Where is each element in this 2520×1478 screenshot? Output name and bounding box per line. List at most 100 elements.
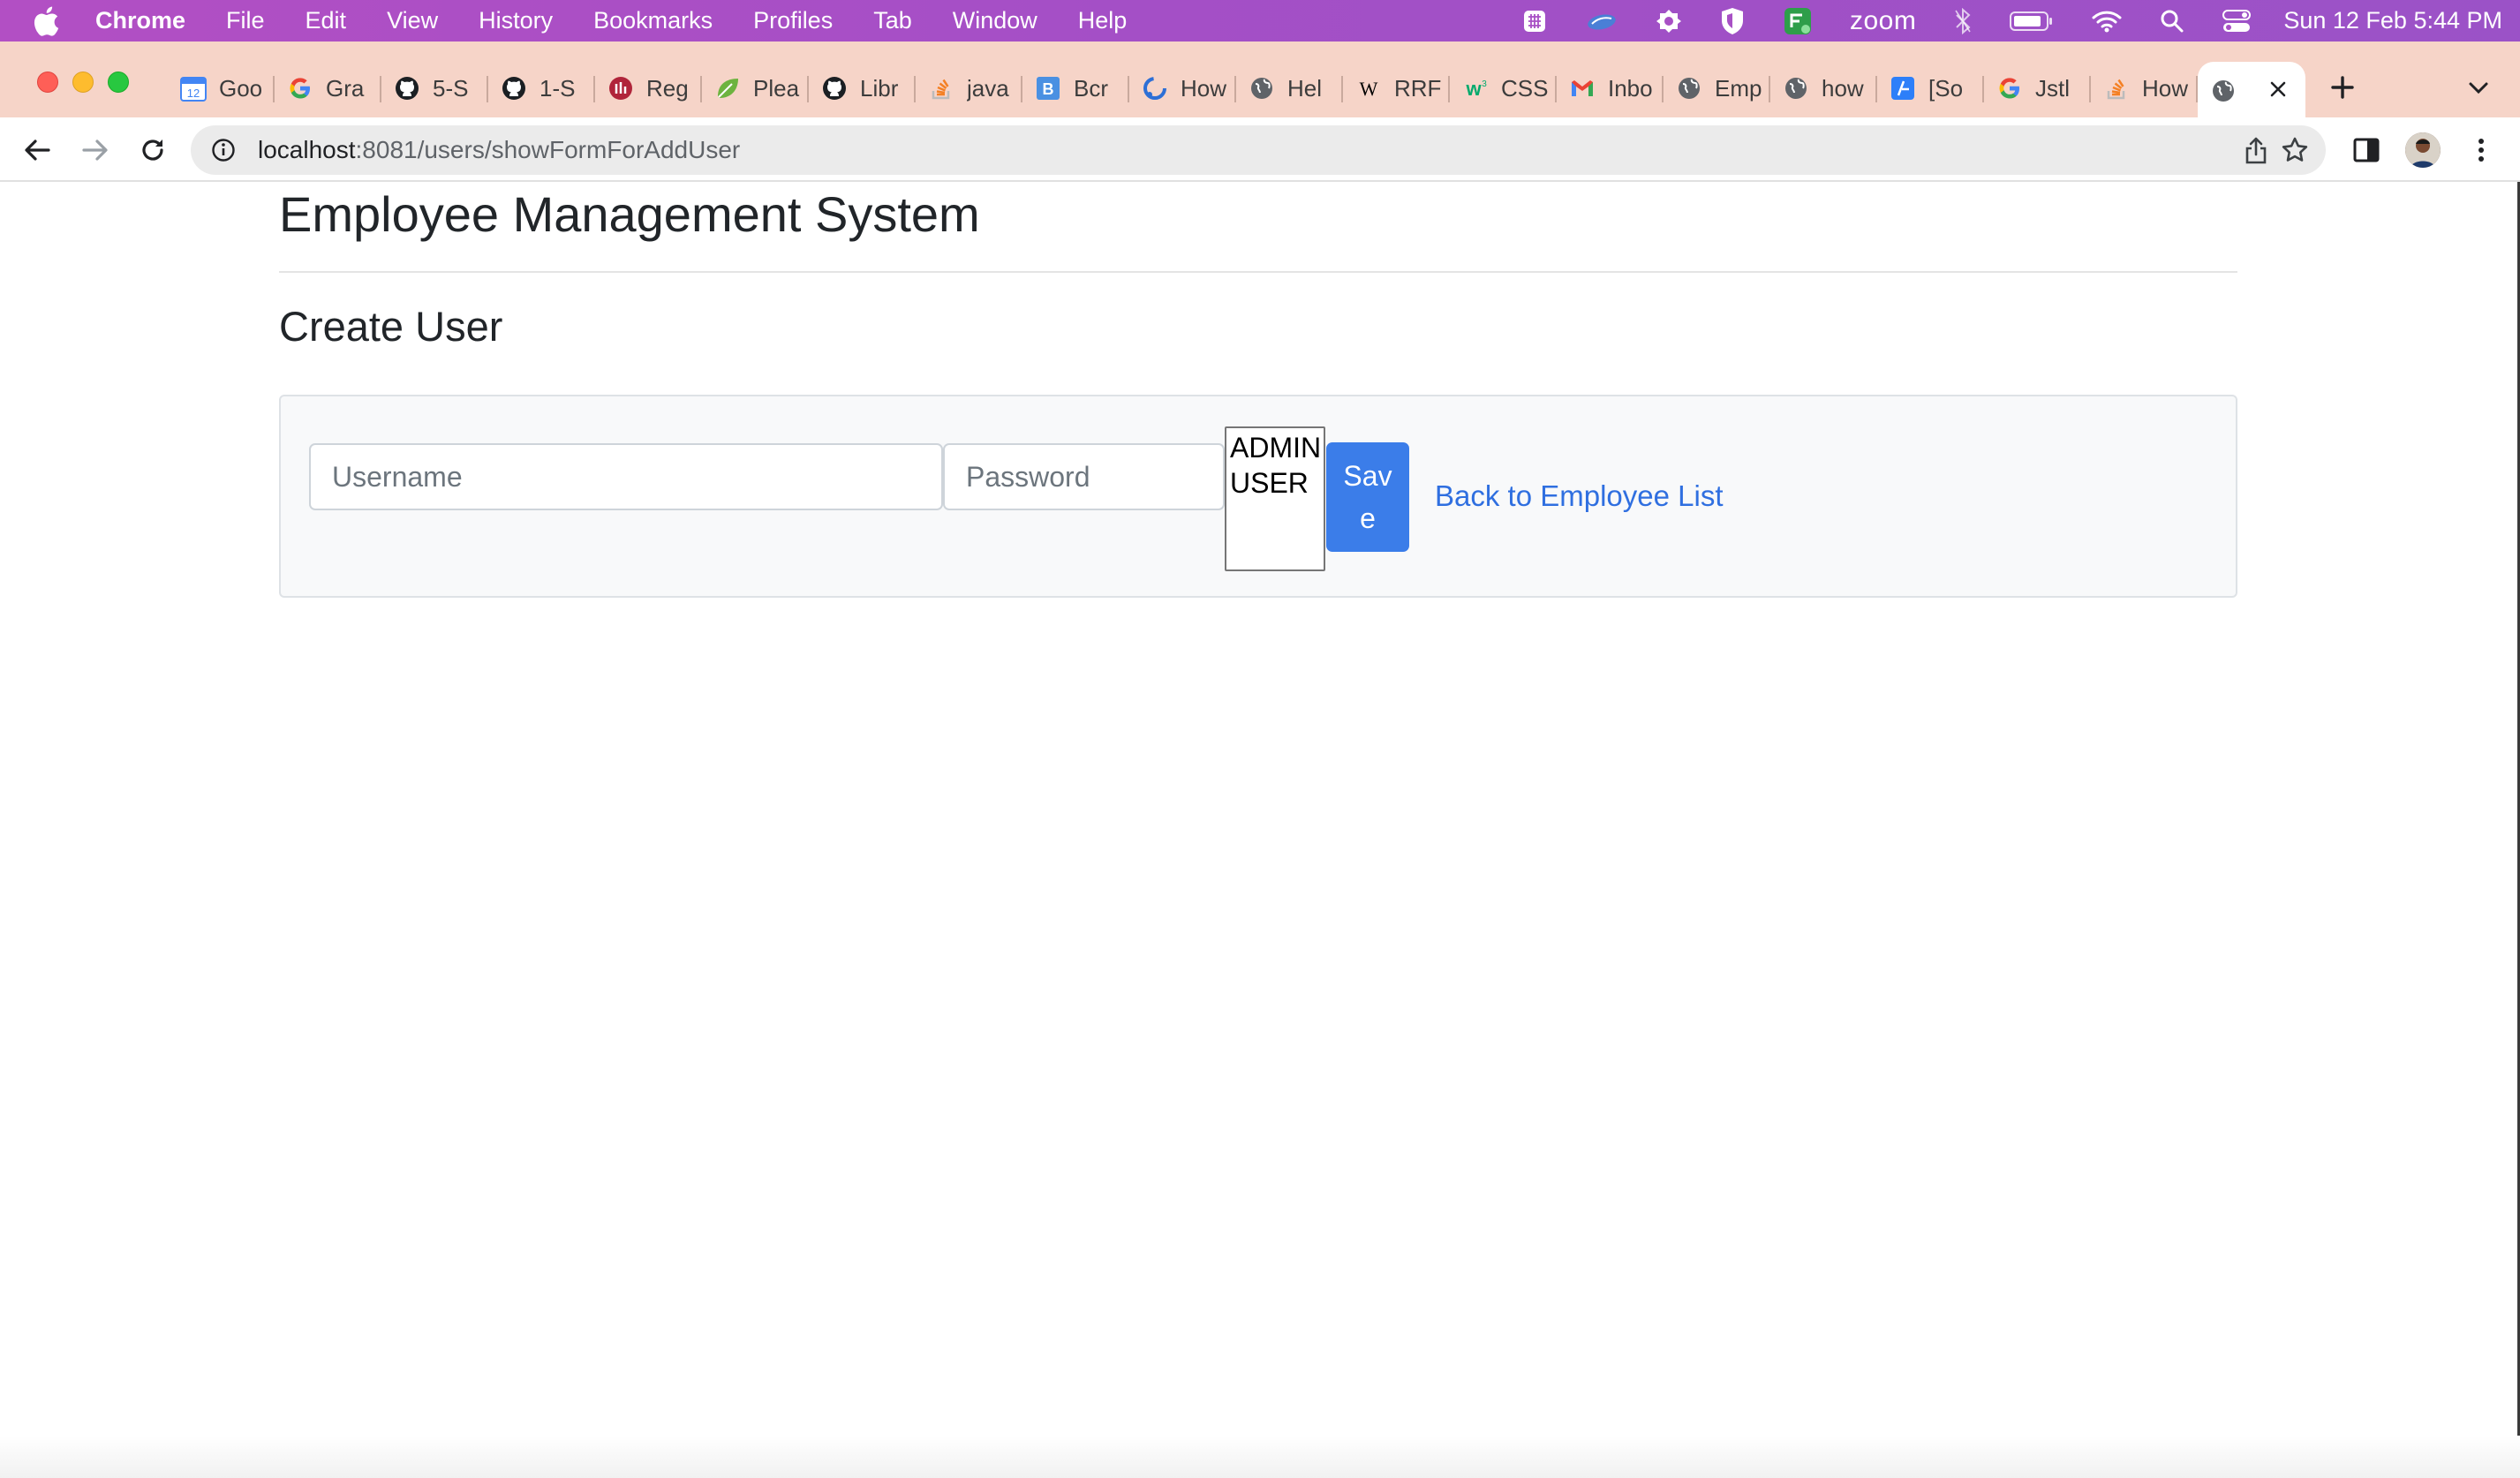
tab[interactable]: How [1129,62,1236,115]
battery-icon[interactable] [2010,0,2054,41]
leaf-icon [713,73,743,103]
back-arrow-icon[interactable] [19,132,55,168]
tab[interactable]: w3 CSS [1450,62,1557,115]
menu-profiles[interactable]: Profiles [753,7,833,34]
bluetooth-icon[interactable] [1953,0,1973,41]
tab[interactable]: W RRF [1343,62,1450,115]
keyboard-grid-icon[interactable] [1521,0,1548,41]
save-button[interactable]: Save [1326,442,1409,552]
new-tab-plus-icon[interactable] [2325,70,2360,105]
url-path: :8081/users/showFormForAddUser [355,136,741,163]
menu-file[interactable]: File [226,7,265,34]
wifi-icon[interactable] [2091,0,2123,41]
svg-text:3: 3 [1482,79,1487,89]
control-center-icon[interactable] [2222,0,2252,41]
tab[interactable]: java [916,62,1022,115]
tab[interactable]: How [2091,62,2198,115]
tab[interactable]: Plea [702,62,809,115]
cloud-app-icon[interactable] [1585,0,1618,41]
site-icon [1140,73,1170,103]
menu-bar-clock[interactable]: Sun 12 Feb 5:44 PM [2283,7,2502,34]
tab-title: java [967,74,1009,102]
tab-title: 5-S [433,74,469,102]
tab[interactable]: Libr [809,62,916,115]
tab-search-chevron-down-icon[interactable] [2463,73,2494,103]
github-icon [392,73,422,103]
tab[interactable]: 1-S [488,62,595,115]
menu-app-name[interactable]: Chrome [95,7,185,34]
window-zoom-button[interactable] [108,72,129,93]
share-icon[interactable] [2241,135,2271,165]
window-minimize-button[interactable] [72,72,94,93]
site-icon [606,73,636,103]
b-icon: B [1033,73,1063,103]
role-select[interactable]: ADMIN USER [1225,426,1325,571]
tab-title: [So [1928,74,1964,102]
menu-tab[interactable]: Tab [873,7,912,34]
svg-text:B: B [1043,80,1054,98]
menu-help[interactable]: Help [1078,7,1128,34]
tab[interactable]: 12 Goo [168,62,275,115]
tab[interactable]: Inbo [1557,62,1664,115]
tab-title: Inbo [1608,74,1653,102]
tab[interactable]: Jstl [1984,62,2091,115]
flow-app-icon[interactable] [1783,0,1813,41]
tab[interactable]: 5-S [381,62,488,115]
macos-menu-bar: Chrome File Edit View History Bookmarks … [0,0,2520,41]
github-icon [819,73,849,103]
tab[interactable]: Emp [1664,62,1770,115]
bottom-shade [0,1436,2520,1478]
back-to-employee-list-link[interactable]: Back to Employee List [1435,479,1724,513]
address-bar[interactable]: localhost:8081/users/showFormForAddUser [191,125,2326,175]
side-panel-icon[interactable] [2349,132,2384,168]
browser-tab-strip: 12 Goo Gra 5-S 1-S Reg Plea Libr java B … [0,41,2520,120]
tab[interactable]: [So [1877,62,1984,115]
tab-title: Hel [1287,74,1323,102]
username-input[interactable] [309,443,943,510]
globe-icon [1781,73,1811,103]
url-text[interactable]: localhost:8081/users/showFormForAddUser [258,136,740,164]
spotlight-search-icon[interactable] [2160,0,2184,41]
menu-edit[interactable]: Edit [306,7,347,34]
site-icon [1888,73,1918,103]
menu-window[interactable]: Window [953,7,1037,34]
menu-bookmarks[interactable]: Bookmarks [593,7,713,34]
url-host: localhost [258,136,356,163]
window-close-button[interactable] [37,72,58,93]
tab[interactable]: Hel [1236,62,1343,115]
site-info-icon[interactable] [208,135,238,165]
wikipedia-icon: W [1354,73,1384,103]
tab[interactable]: Reg [595,62,702,115]
settings-badge-icon[interactable] [1656,0,1682,41]
active-tab[interactable] [2198,62,2305,120]
page-content: Employee Management System Create User A… [0,182,2520,1478]
role-option-user[interactable]: USER [1230,465,1320,501]
browser-toolbar: localhost:8081/users/showFormForAddUser [0,117,2520,182]
vpn-shield-icon[interactable] [1719,0,1746,41]
password-input[interactable] [943,443,1225,510]
tab[interactable]: Gra [275,62,381,115]
page-title: Employee Management System [279,186,980,242]
menu-view[interactable]: View [387,7,438,34]
tab-title: how [1822,74,1864,102]
zoom-status-icon[interactable]: zoom [1850,0,1916,41]
close-tab-icon[interactable] [2263,74,2293,104]
profile-avatar[interactable] [2405,132,2441,168]
menu-history[interactable]: History [479,7,553,34]
tab-title: How [1181,74,1227,102]
tab-title: 1-S [539,74,576,102]
tab[interactable]: B Bcr [1022,62,1129,115]
tab-title: Goo [219,74,263,102]
tab-title: Jstl [2035,74,2070,102]
tab-title: Emp [1715,74,1762,102]
kebab-menu-icon[interactable] [2463,132,2499,168]
bookmark-star-icon[interactable] [2280,135,2310,165]
globe-icon [1674,73,1704,103]
apple-logo-icon[interactable] [30,5,62,37]
tab-title: Reg [646,74,689,102]
tab[interactable]: how [1770,62,1877,115]
divider [279,271,2237,273]
reload-icon[interactable] [135,132,170,168]
forward-arrow-icon[interactable] [78,132,113,168]
role-option-admin[interactable]: ADMIN [1230,430,1321,465]
